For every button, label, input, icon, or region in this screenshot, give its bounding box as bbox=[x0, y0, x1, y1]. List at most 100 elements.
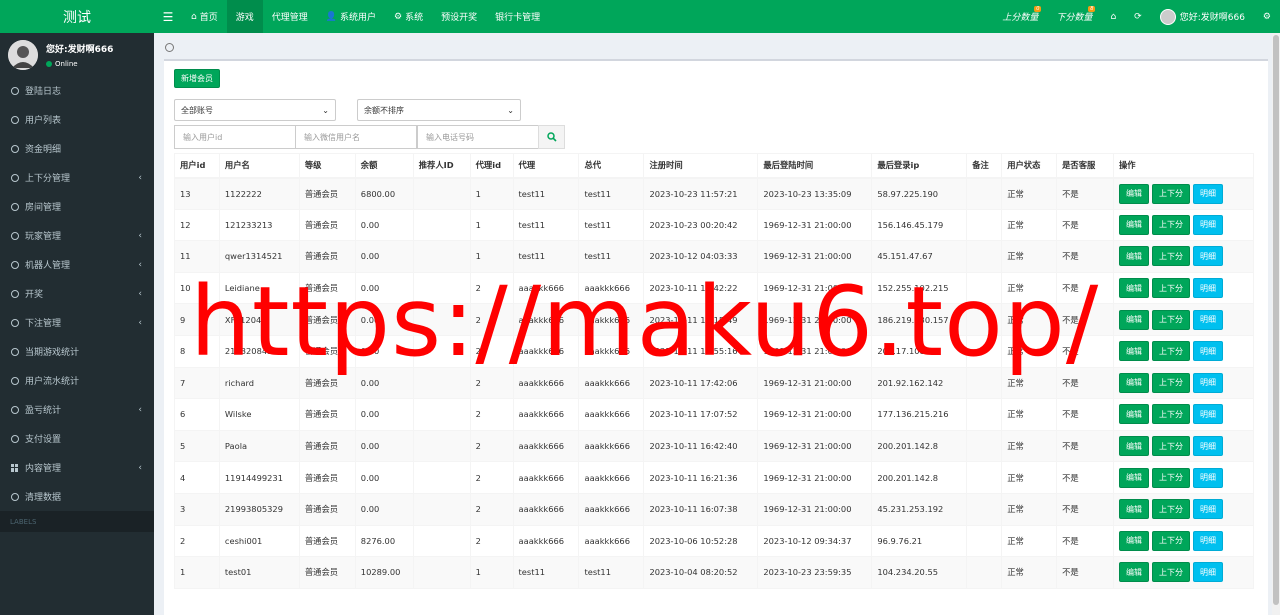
adjust-score-button[interactable]: 上下分 bbox=[1151, 467, 1190, 488]
edit-button[interactable]: 编辑 bbox=[1118, 404, 1149, 425]
menu-toggle-icon[interactable]: ☰ bbox=[154, 10, 182, 24]
sidebar-item-7[interactable]: 开奖 ‹ bbox=[0, 279, 154, 308]
sidebar-item-8[interactable]: 下注管理 ‹ bbox=[0, 308, 154, 337]
home-icon[interactable]: ⌂ bbox=[1101, 0, 1125, 33]
detail-button[interactable]: 明细 bbox=[1192, 341, 1223, 362]
table-cell: 1969-12-31 21:00:00 bbox=[757, 398, 873, 431]
chevron-down-icon: ⌄ bbox=[322, 106, 329, 115]
search-button[interactable] bbox=[538, 125, 565, 149]
edit-button[interactable]: 编辑 bbox=[1118, 278, 1149, 299]
table-cell: 201.92.162.142 bbox=[871, 366, 968, 400]
table-cell: 正常 bbox=[1001, 492, 1058, 526]
detail-button[interactable]: 明细 bbox=[1192, 372, 1223, 393]
detail-button[interactable]: 明细 bbox=[1192, 436, 1223, 457]
sidebar-item-0[interactable]: 登陆日志 bbox=[0, 76, 154, 105]
sidebar-item-label: 开奖 bbox=[25, 290, 44, 300]
detail-button[interactable]: 明细 bbox=[1192, 530, 1223, 551]
edit-button[interactable]: 编辑 bbox=[1118, 436, 1149, 457]
table-cell: 7 bbox=[174, 366, 220, 400]
score-down-link[interactable]: 下分数量 8 bbox=[1047, 0, 1101, 33]
refresh-icon[interactable]: ⟳ bbox=[1125, 0, 1151, 33]
sidebar-item-12[interactable]: 支付设置 bbox=[0, 424, 154, 453]
topnav-item-2[interactable]: 代理管理 bbox=[263, 0, 317, 33]
account-select-value: 全部账号 bbox=[181, 105, 213, 115]
detail-button[interactable]: 明细 bbox=[1192, 246, 1223, 267]
actions-cell: 编辑 上下分 明细 bbox=[1112, 303, 1255, 336]
detail-button[interactable]: 明细 bbox=[1192, 562, 1223, 583]
edit-button[interactable]: 编辑 bbox=[1118, 467, 1149, 488]
sidebar-item-13[interactable]: 内容管理 ‹ bbox=[0, 453, 154, 482]
edit-button[interactable]: 编辑 bbox=[1118, 530, 1149, 551]
table-cell: 6 bbox=[174, 398, 220, 431]
detail-button[interactable]: 明细 bbox=[1192, 309, 1223, 330]
sidebar-item-14[interactable]: 清理数据 bbox=[0, 482, 154, 511]
user-id-input[interactable]: 输入用户id bbox=[174, 125, 296, 149]
detail-button[interactable]: 明细 bbox=[1192, 278, 1223, 299]
user-icon: 👤 bbox=[325, 11, 337, 22]
adjust-score-button[interactable]: 上下分 bbox=[1151, 436, 1190, 457]
detail-button[interactable]: 明细 bbox=[1192, 467, 1223, 488]
table-row: 9 XFF1204 普通会员 0.00 2 aaakkk666 aaakkk666 2023-… bbox=[174, 303, 1255, 336]
table-cell: 不是 bbox=[1056, 177, 1114, 210]
adjust-score-button[interactable]: 上下分 bbox=[1151, 278, 1190, 299]
table-cell: 2023-10-23 11:57:21 bbox=[643, 177, 759, 210]
edit-button[interactable]: 编辑 bbox=[1118, 499, 1149, 520]
user-menu[interactable]: 您好:发财啊666 bbox=[1151, 0, 1254, 33]
add-member-button[interactable]: 新增会员 bbox=[174, 69, 220, 88]
topnav-item-1[interactable]: 游戏 bbox=[226, 0, 263, 33]
sidebar-item-5[interactable]: 玩家管理 ‹ bbox=[0, 221, 154, 250]
actions-cell: 编辑 上下分 明细 bbox=[1112, 334, 1255, 368]
scrollbar-thumb[interactable] bbox=[1273, 35, 1279, 605]
edit-button[interactable]: 编辑 bbox=[1118, 183, 1149, 204]
adjust-score-button[interactable]: 上下分 bbox=[1151, 562, 1190, 583]
detail-button[interactable]: 明细 bbox=[1192, 404, 1223, 425]
actions-cell: 编辑 上下分 明细 bbox=[1112, 240, 1255, 273]
topnav-item-4[interactable]: ⚙ 系统 bbox=[385, 0, 432, 33]
edit-button[interactable]: 编辑 bbox=[1118, 562, 1149, 583]
edit-button[interactable]: 编辑 bbox=[1118, 246, 1149, 267]
edit-button[interactable]: 编辑 bbox=[1118, 372, 1149, 393]
sidebar-item-1[interactable]: 用户列表 bbox=[0, 105, 154, 134]
sidebar-item-6[interactable]: 机器人管理 ‹ bbox=[0, 250, 154, 279]
table-cell: 普通会员 bbox=[298, 429, 356, 463]
account-select[interactable]: 全部账号 ⌄ bbox=[174, 99, 336, 121]
adjust-score-button[interactable]: 上下分 bbox=[1151, 246, 1190, 267]
app-logo[interactable]: 测试 bbox=[0, 0, 154, 33]
adjust-score-button[interactable]: 上下分 bbox=[1151, 372, 1190, 393]
edit-button[interactable]: 编辑 bbox=[1118, 214, 1149, 235]
sidebar-item-11[interactable]: 盈亏统计 ‹ bbox=[0, 395, 154, 424]
table-cell bbox=[412, 177, 471, 210]
score-up-link[interactable]: 上分数量 0 bbox=[993, 0, 1047, 33]
detail-button[interactable]: 明细 bbox=[1192, 214, 1223, 235]
sidebar-item-3[interactable]: 上下分管理 ‹ bbox=[0, 163, 154, 192]
adjust-score-button[interactable]: 上下分 bbox=[1151, 530, 1190, 551]
sidebar-item-4[interactable]: 房间管理 bbox=[0, 192, 154, 221]
vertical-scrollbar[interactable] bbox=[1272, 33, 1280, 615]
adjust-score-button[interactable]: 上下分 bbox=[1151, 183, 1190, 204]
gears-icon[interactable]: ⚙ bbox=[1254, 0, 1280, 33]
topnav-item-0[interactable]: ⌂ 首页 bbox=[182, 0, 227, 33]
breadcrumb-icon[interactable] bbox=[165, 43, 174, 52]
detail-button[interactable]: 明细 bbox=[1192, 499, 1223, 520]
edit-button[interactable]: 编辑 bbox=[1118, 341, 1149, 362]
sidebar-item-10[interactable]: 用户流水统计 bbox=[0, 366, 154, 395]
table-cell: qwer1314521 bbox=[218, 240, 300, 273]
circle-icon bbox=[11, 434, 19, 443]
adjust-score-button[interactable]: 上下分 bbox=[1151, 214, 1190, 235]
adjust-score-button[interactable]: 上下分 bbox=[1151, 341, 1190, 362]
adjust-score-button[interactable]: 上下分 bbox=[1151, 499, 1190, 520]
balance-sort-select[interactable]: 余额不排序 ⌄ bbox=[357, 99, 521, 121]
adjust-score-button[interactable]: 上下分 bbox=[1151, 309, 1190, 330]
topnav-item-3[interactable]: 👤 系统用户 bbox=[317, 0, 385, 33]
wechat-name-input[interactable]: 输入微信用户名 bbox=[295, 125, 417, 149]
sidebar-item-9[interactable]: 当期游戏统计 bbox=[0, 337, 154, 366]
topnav-item-5[interactable]: 预设开奖 bbox=[432, 0, 486, 33]
edit-button[interactable]: 编辑 bbox=[1118, 309, 1149, 330]
topnav-item-6[interactable]: 银行卡管理 bbox=[486, 0, 549, 33]
sidebar-item-2[interactable]: 资金明细 bbox=[0, 134, 154, 163]
phone-input[interactable]: 输入电话号码 bbox=[417, 125, 539, 149]
table-cell: 普通会员 bbox=[298, 524, 356, 558]
avatar bbox=[1159, 8, 1176, 25]
detail-button[interactable]: 明细 bbox=[1192, 183, 1223, 204]
adjust-score-button[interactable]: 上下分 bbox=[1151, 404, 1190, 425]
